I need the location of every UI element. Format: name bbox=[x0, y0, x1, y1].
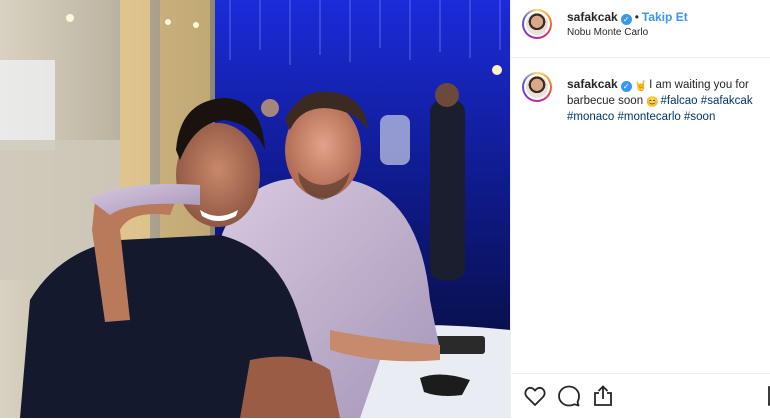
caption-username[interactable]: safakcak bbox=[567, 77, 618, 91]
author-username[interactable]: safakcak bbox=[567, 10, 618, 24]
post-location[interactable]: Nobu Monte Carlo bbox=[567, 27, 648, 38]
header-line: safakcak ✓ • Takip Et bbox=[567, 10, 688, 25]
post-side-panel: safakcak ✓ • Takip Et Nobu Monte Carlo safa… bbox=[510, 0, 770, 418]
smile-emoji-icon: 😊 bbox=[646, 97, 659, 108]
caption-author-avatar[interactable] bbox=[522, 72, 552, 102]
photo-illustration bbox=[0, 0, 510, 418]
post-photo[interactable] bbox=[0, 0, 510, 418]
caption-text: safakcak ✓ 🤘 I am waiting you for barbecu… bbox=[567, 76, 767, 125]
post-actions-bar bbox=[511, 373, 770, 419]
instagram-post: safakcak ✓ • Takip Et Nobu Monte Carlo safa… bbox=[0, 0, 770, 418]
verified-badge-icon: ✓ bbox=[620, 14, 632, 25]
share-icon[interactable] bbox=[591, 384, 615, 408]
hashtag-link[interactable]: #safakcak bbox=[701, 95, 753, 107]
caption-verified-badge-icon: ✓ bbox=[620, 81, 632, 92]
hashtag-link[interactable]: #monaco bbox=[567, 111, 614, 123]
hashtag-link[interactable]: #montecarlo bbox=[618, 111, 681, 123]
follow-button[interactable]: Takip Et bbox=[642, 10, 688, 24]
hashtag-link[interactable]: #soon bbox=[684, 111, 715, 123]
save-icon[interactable] bbox=[764, 384, 770, 408]
author-avatar[interactable] bbox=[522, 9, 552, 39]
separator-dot: • bbox=[634, 10, 639, 24]
rock-hand-emoji-icon: 🤘 bbox=[634, 81, 648, 92]
hashtag-link[interactable]: #falcao bbox=[661, 95, 698, 107]
post-header: safakcak ✓ • Takip Et Nobu Monte Carlo bbox=[511, 0, 770, 58]
like-heart-icon[interactable] bbox=[523, 384, 547, 408]
comment-icon[interactable] bbox=[557, 384, 581, 408]
